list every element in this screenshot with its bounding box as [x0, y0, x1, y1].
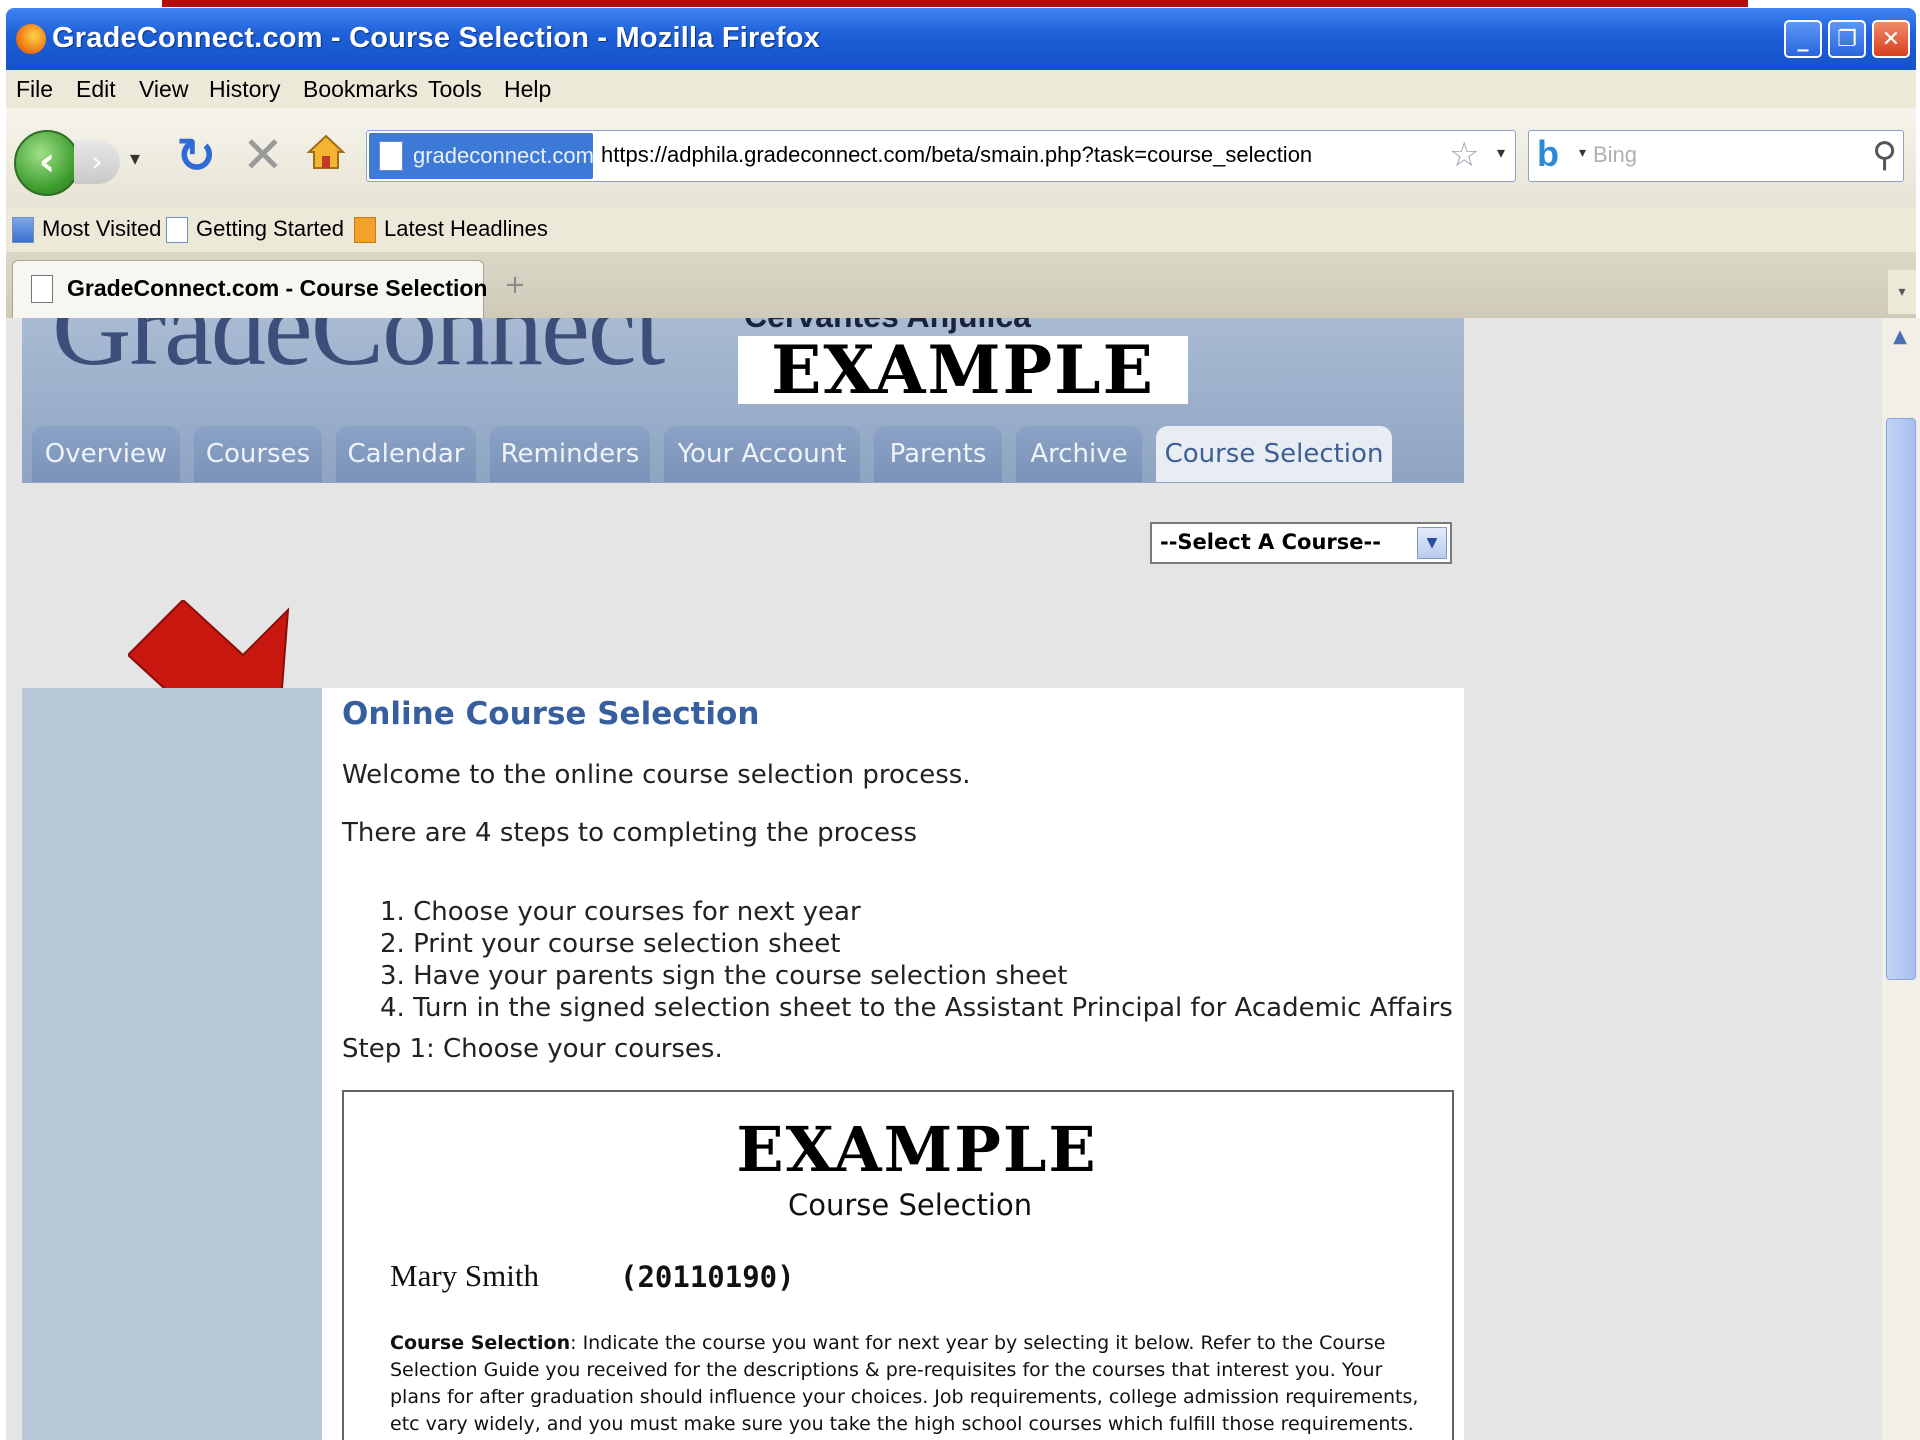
- left-sidebar: [22, 688, 322, 1440]
- bookmarks-toolbar: Most Visited Getting Started Latest Head…: [6, 208, 1916, 252]
- search-icon[interactable]: ⚲: [1872, 135, 1897, 175]
- new-tab-button[interactable]: +: [494, 270, 536, 314]
- tab-overview[interactable]: Overview: [32, 426, 180, 482]
- back-button[interactable]: ‹: [14, 130, 80, 196]
- window-titlebar[interactable]: GradeConnect.com - Course Selection - Mo…: [6, 8, 1916, 70]
- address-bar[interactable]: gradeconnect.com https://adphila.gradeco…: [366, 130, 1516, 182]
- menu-file[interactable]: File: [16, 76, 53, 103]
- menu-bar: File Edit View History Bookmarks Tools H…: [6, 70, 1916, 108]
- bookmark-getting-started[interactable]: Getting Started: [166, 216, 344, 244]
- minimize-button[interactable]: _: [1784, 20, 1822, 58]
- student-id: (20110190): [620, 1260, 795, 1294]
- tab-your-account[interactable]: Your Account: [664, 426, 860, 482]
- page-icon: [379, 141, 403, 171]
- steps-intro: There are 4 steps to completing the proc…: [342, 818, 918, 848]
- course-selection-form: EXAMPLE Course Selection Mary Smith (201…: [342, 1090, 1454, 1440]
- menu-help[interactable]: Help: [504, 76, 551, 103]
- navigation-toolbar: ‹ › ▾ ↻ ✕ gradeconnect.com https://adphi…: [6, 108, 1916, 208]
- url-dropdown-icon[interactable]: ▾: [1497, 143, 1505, 162]
- page-icon: [166, 217, 188, 244]
- bookmark-most-visited[interactable]: Most Visited: [12, 216, 162, 244]
- student-name: Mary Smith: [390, 1258, 539, 1293]
- site-identity-label: gradeconnect.com: [413, 143, 594, 168]
- tab-calendar[interactable]: Calendar: [336, 426, 476, 482]
- top-red-strip: [162, 0, 1748, 7]
- welcome-text: Welcome to the online course selection p…: [342, 760, 971, 790]
- reload-icon[interactable]: ↻: [176, 128, 216, 184]
- search-bar[interactable]: b ▾ Bing ⚲: [1528, 130, 1904, 182]
- close-button[interactable]: ✕: [1872, 20, 1910, 58]
- tab-reminders[interactable]: Reminders: [490, 426, 650, 482]
- form-subtitle: Course Selection: [788, 1188, 1033, 1222]
- list-item: 4. Turn in the signed selection sheet to…: [380, 993, 1453, 1023]
- list-item: 2. Print your course selection sheet: [380, 929, 841, 959]
- page-title: Online Course Selection: [342, 696, 760, 732]
- example-banner: EXAMPLE: [738, 336, 1188, 404]
- scrollbar-thumb[interactable]: [1886, 418, 1916, 980]
- tab-list-dropdown-icon[interactable]: ▾: [1888, 270, 1916, 314]
- tab-courses[interactable]: Courses: [194, 426, 322, 482]
- firefox-logo-icon: [16, 24, 46, 54]
- vertical-scrollbar[interactable]: ▲: [1882, 318, 1920, 1440]
- restore-button[interactable]: ❐: [1828, 20, 1866, 58]
- tab-parents[interactable]: Parents: [874, 426, 1002, 482]
- bookmark-star-icon[interactable]: ☆: [1449, 135, 1479, 175]
- url-text[interactable]: https://adphila.gradeconnect.com/beta/sm…: [601, 142, 1312, 168]
- tab-course-selection[interactable]: GradeConnect.com - Course Selection: [12, 260, 488, 319]
- stop-icon[interactable]: ✕: [242, 126, 284, 184]
- bookmark-folder-icon: [12, 217, 34, 244]
- page-viewport: GradeConnect Cervantes Anjulica EXAMPLE …: [6, 318, 1882, 1440]
- steps-list: 1. Choose your courses for next year 2. …: [380, 896, 1453, 1024]
- menu-edit[interactable]: Edit: [76, 76, 116, 103]
- bookmark-label: Most Visited: [42, 216, 162, 241]
- bookmark-label: Getting Started: [196, 216, 344, 241]
- site-logo[interactable]: GradeConnect: [52, 318, 665, 391]
- bookmark-label: Latest Headlines: [384, 216, 548, 241]
- rss-icon: [354, 217, 376, 244]
- course-select-value: --Select A Course--: [1160, 530, 1381, 554]
- menu-tools[interactable]: Tools: [428, 76, 482, 103]
- scroll-up-icon[interactable]: ▲: [1886, 326, 1914, 354]
- tab-archive[interactable]: Archive: [1016, 426, 1142, 482]
- site-identity-button[interactable]: gradeconnect.com: [369, 133, 594, 179]
- window-title: GradeConnect.com - Course Selection - Mo…: [52, 22, 820, 54]
- search-input[interactable]: Bing: [1593, 142, 1637, 168]
- step1-text: Step 1: Choose your courses.: [342, 1034, 723, 1064]
- forward-button[interactable]: ›: [74, 140, 120, 184]
- menu-bookmarks[interactable]: Bookmarks: [303, 76, 418, 103]
- instructions-label: Course Selection: [390, 1332, 571, 1354]
- main-content: Online Course Selection Welcome to the o…: [322, 688, 1464, 1440]
- tab-label: GradeConnect.com - Course Selection: [67, 275, 488, 301]
- list-item: 3. Have your parents sign the course sel…: [380, 961, 1068, 991]
- menu-history[interactable]: History: [209, 76, 281, 103]
- form-instructions: Course Selection: Indicate the course yo…: [390, 1330, 1434, 1438]
- form-example-banner: EXAMPLE: [736, 1113, 1098, 1186]
- course-select-dropdown[interactable]: --Select A Course-- ▼: [1150, 522, 1452, 564]
- tab-strip: GradeConnect.com - Course Selection + ▾: [6, 252, 1916, 319]
- home-icon[interactable]: [306, 132, 346, 172]
- page-icon: [31, 275, 53, 303]
- chevron-down-icon[interactable]: ▼: [1417, 527, 1447, 559]
- tab-course-selection-active[interactable]: Course Selection: [1156, 426, 1392, 482]
- bookmark-latest-headlines[interactable]: Latest Headlines: [354, 216, 548, 244]
- menu-view[interactable]: View: [139, 76, 188, 103]
- history-dropdown-icon[interactable]: ▾: [130, 146, 140, 170]
- site-header: GradeConnect Cervantes Anjulica EXAMPLE …: [22, 318, 1464, 483]
- list-item: 1. Choose your courses for next year: [380, 897, 861, 927]
- bing-logo-icon[interactable]: b: [1537, 133, 1559, 175]
- search-engine-dropdown-icon[interactable]: ▾: [1579, 145, 1586, 161]
